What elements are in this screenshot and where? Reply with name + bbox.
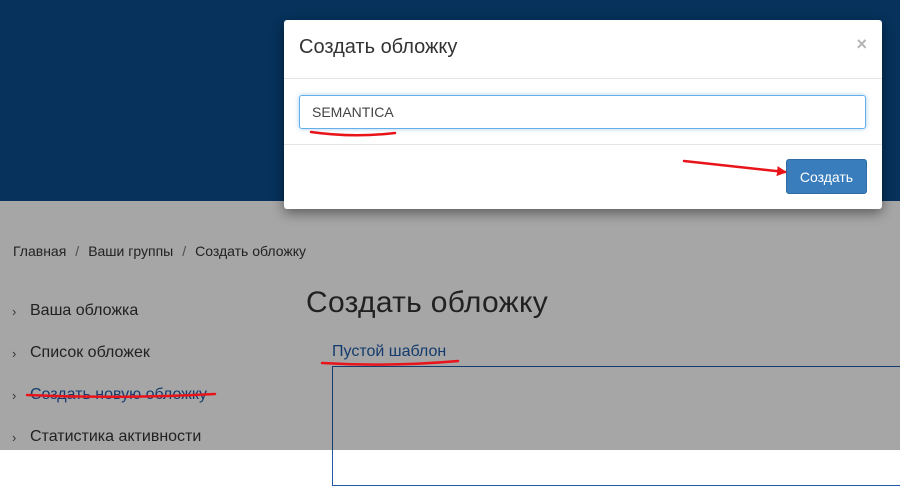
create-cover-modal: Создать обложку × Создать: [284, 20, 882, 209]
modal-title: Создать обложку: [299, 36, 458, 58]
modal-body: [284, 79, 882, 145]
modal-footer: Создать: [284, 145, 882, 209]
close-icon[interactable]: ×: [856, 34, 867, 54]
create-button[interactable]: Создать: [786, 159, 867, 194]
cover-name-input[interactable]: [299, 95, 866, 129]
modal-header: Создать обложку ×: [284, 20, 882, 79]
